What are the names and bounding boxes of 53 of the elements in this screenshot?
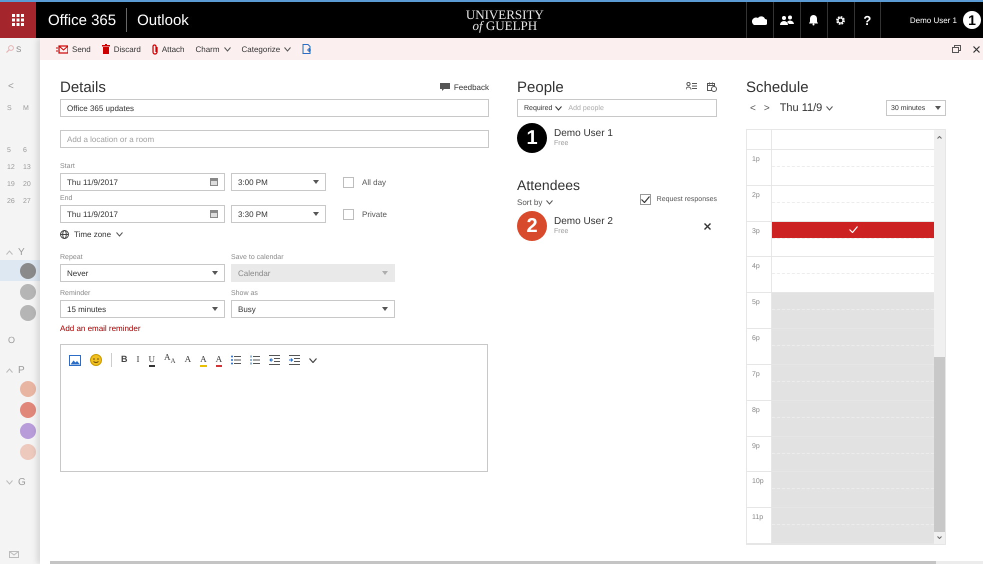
section-title: People [517, 78, 564, 96]
date-picker-button[interactable]: Thu 11/9 [780, 102, 834, 114]
dropdown[interactable]: 15 minutes [60, 300, 225, 318]
format-button[interactable]: A$_{A}$ [164, 352, 176, 369]
person-name: Demo User 1 [554, 128, 614, 139]
person-badge: 2 [517, 211, 547, 241]
command-button[interactable]: Charm [196, 44, 231, 54]
time-dropdown[interactable]: 3:30 PM [231, 205, 326, 223]
app-name: Office 365 [48, 12, 116, 28]
dropdown[interactable]: Busy [231, 300, 395, 318]
message-editor[interactable]: B I U A$_{A}$ A A A [60, 344, 488, 472]
format-button[interactable]: U [148, 354, 155, 367]
help-button[interactable]: ? [854, 2, 881, 38]
command-button[interactable]: Discard [102, 44, 141, 54]
date-field[interactable]: Thu 11/9/2017 [60, 173, 225, 191]
format-button[interactable]: A [200, 354, 207, 367]
command-button[interactable]: Attach [152, 44, 184, 54]
date-value: Thu 11/9/2017 [67, 210, 118, 218]
logo: UNIVERSITY of GUELPH [466, 9, 544, 31]
search-text: S [16, 44, 22, 54]
module-name[interactable]: Outlook [137, 12, 189, 28]
time-value: 3:00 PM [238, 178, 268, 186]
checkbox-label: Private [362, 210, 387, 218]
time-zone-button[interactable]: Time zone [60, 228, 124, 240]
person-badge: 1 [517, 123, 547, 153]
email-reminder-link[interactable]: Add an email reminder [60, 324, 140, 334]
date-value: Thu 11/9/2017 [67, 178, 118, 186]
format-button[interactable]: B [121, 354, 128, 367]
dropdown-value: Calendar [238, 268, 270, 278]
command-button[interactable]: Send [56, 44, 91, 54]
command-button[interactable]: Categorize [242, 44, 292, 54]
user-avatar[interactable]: 1 [963, 11, 981, 29]
dropdown[interactable]: Never [60, 264, 225, 282]
format-button[interactable]: I [136, 354, 140, 367]
feedback-button[interactable]: Feedback [440, 82, 489, 92]
person-name: Demo User 2 [554, 216, 614, 227]
format-button[interactable]: A [184, 354, 192, 367]
dropdown-value: Busy [238, 304, 256, 314]
user-name[interactable]: Demo User 1 [910, 16, 957, 24]
section-title: Details [60, 78, 106, 96]
sort-dropdown[interactable]: Sort by [517, 198, 554, 206]
checkbox-label: All day [362, 178, 386, 186]
dropdown-value: 15 minutes [67, 304, 106, 314]
subject-field[interactable]: Office 365 updates [60, 99, 489, 117]
format-button[interactable]: A [216, 354, 222, 367]
time-dropdown[interactable]: 3:00 PM [231, 173, 326, 191]
dropdown-value: Never [67, 268, 88, 278]
section-title: Schedule [746, 78, 809, 96]
section-title: Attendees [517, 177, 580, 194]
date-field[interactable]: Thu 11/9/2017 [60, 205, 225, 223]
previous-day-button[interactable]: < [746, 102, 760, 114]
time-value: 3:30 PM [238, 210, 268, 218]
next-day-button[interactable]: > [760, 102, 774, 114]
